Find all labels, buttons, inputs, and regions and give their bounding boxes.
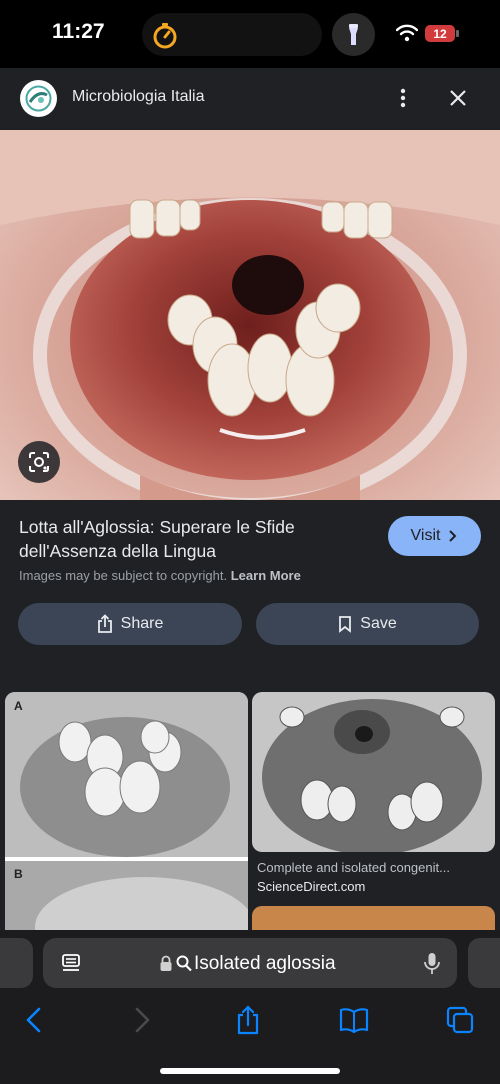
site-logo[interactable] bbox=[20, 80, 57, 117]
visit-button[interactable]: Visit bbox=[388, 516, 481, 556]
result-title[interactable]: Complete and isolated congenit... bbox=[257, 860, 493, 875]
timer-icon bbox=[153, 23, 177, 49]
figure-label-a: A bbox=[14, 699, 23, 713]
lock-icon bbox=[160, 955, 172, 971]
result-thumbnail bbox=[252, 692, 495, 852]
address-query[interactable]: Isolated aglossia bbox=[194, 953, 336, 975]
share-sheet-icon[interactable] bbox=[232, 1004, 264, 1036]
tabs-icon[interactable] bbox=[444, 1004, 476, 1036]
chevron-right-icon bbox=[449, 530, 457, 542]
close-icon[interactable] bbox=[446, 86, 470, 110]
result-card[interactable]: A B bbox=[5, 692, 248, 942]
bookmarks-icon[interactable] bbox=[338, 1004, 370, 1036]
image-title[interactable]: Lotta all'Aglossia: Superare le Sfide de… bbox=[19, 515, 369, 563]
share-button[interactable]: Share bbox=[18, 603, 242, 645]
lens-icon bbox=[29, 452, 49, 472]
lens-button[interactable] bbox=[18, 441, 60, 483]
status-time: 11:27 bbox=[52, 20, 105, 43]
previous-tab-peek[interactable] bbox=[0, 938, 33, 988]
share-label: Share bbox=[120, 615, 164, 632]
flashlight-icon bbox=[349, 24, 358, 45]
result-card[interactable] bbox=[252, 692, 495, 852]
visit-label: Visit bbox=[410, 527, 441, 544]
save-button[interactable]: Save bbox=[256, 603, 479, 645]
back-icon[interactable] bbox=[18, 1004, 50, 1036]
home-indicator bbox=[160, 1068, 340, 1074]
search-icon bbox=[176, 955, 192, 972]
share-icon bbox=[97, 614, 112, 633]
battery-tip bbox=[456, 30, 459, 37]
result-source: ScienceDirect.com bbox=[257, 879, 366, 894]
main-image[interactable] bbox=[0, 130, 500, 500]
copyright-notice: Images may be subject to copyright. Lear… bbox=[19, 568, 301, 583]
figure-label-b: B bbox=[14, 867, 23, 881]
learn-more-link[interactable]: Learn More bbox=[231, 568, 301, 583]
more-vertical-icon[interactable] bbox=[393, 86, 413, 110]
bookmark-icon bbox=[339, 616, 352, 633]
save-label: Save bbox=[360, 615, 397, 632]
mouth-photo bbox=[0, 130, 500, 500]
microbe-logo-icon bbox=[25, 85, 52, 112]
battery-indicator: 12 bbox=[425, 23, 459, 43]
battery-level: 12 bbox=[425, 25, 455, 42]
next-tab-peek[interactable] bbox=[468, 938, 500, 988]
microphone-icon[interactable] bbox=[423, 952, 441, 976]
wifi-icon bbox=[396, 24, 418, 42]
reader-icon[interactable] bbox=[60, 952, 82, 974]
flashlight-indicator bbox=[332, 13, 375, 56]
forward-icon[interactable] bbox=[126, 1004, 158, 1036]
result-thumbnail: A B bbox=[5, 692, 248, 942]
site-title: Microbiologia Italia bbox=[72, 88, 205, 105]
copyright-text: Images may be subject to copyright. bbox=[19, 568, 228, 583]
